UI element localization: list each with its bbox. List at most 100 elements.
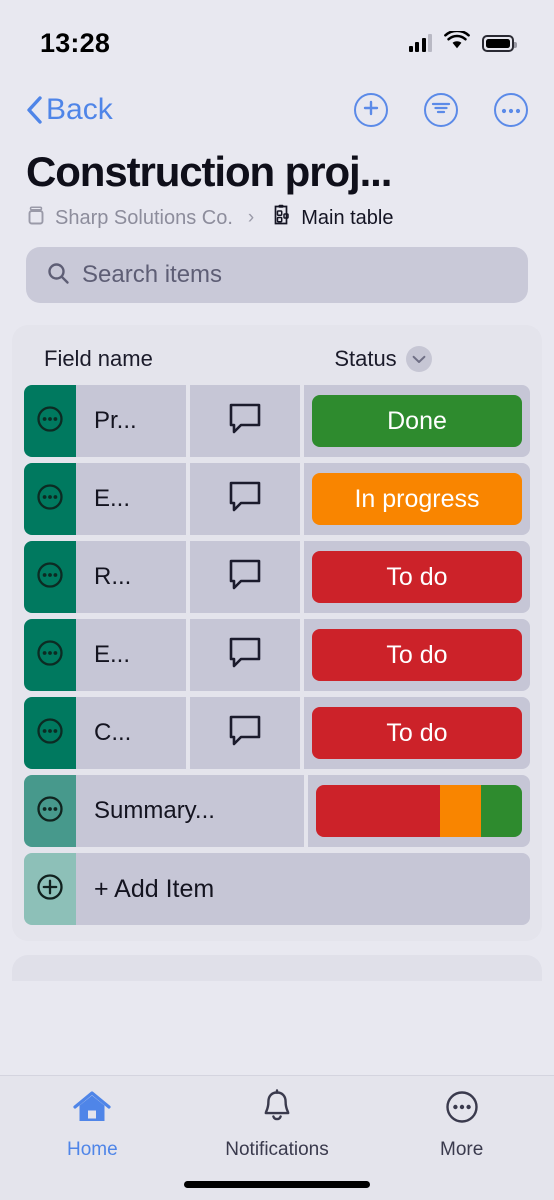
comment-icon [226,401,264,442]
comment-icon [226,713,264,754]
ellipsis-circle-icon [35,482,65,517]
filter-lines-circle-icon [431,100,451,121]
column-header-field-name: Field name [44,346,153,372]
comment-icon [226,635,264,676]
breadcrumb-table[interactable]: Main table [269,203,394,233]
add-item-icon-cell[interactable] [24,853,76,926]
status-badge[interactable]: Done [312,395,522,448]
add-item-row[interactable]: + Add Item [24,853,530,926]
row-menu-button[interactable] [24,541,76,614]
table-row[interactable]: E... To do [24,619,530,692]
add-button[interactable] [354,93,388,127]
next-card-peek [12,955,542,982]
summary-label: Summary... [76,775,304,848]
row-menu-button[interactable] [24,619,76,692]
row-note-cell[interactable] [190,463,300,536]
status-bar: 13:28 [0,0,554,76]
status-bar-icons [408,29,517,55]
box-icon [26,204,46,232]
column-header-status[interactable]: Status [242,346,524,373]
table-row[interactable]: R... To do [24,541,530,614]
search-placeholder: Search items [82,261,223,289]
ellipsis-circle-icon [35,794,65,829]
search-icon [46,261,70,290]
segment-in-progress [439,785,481,838]
title-section: Construction proj... Sharp Solutions Co.… [0,144,554,233]
breadcrumb-org[interactable]: Sharp Solutions Co. [26,204,233,232]
back-button-label: Back [46,93,113,126]
segment-done [480,785,522,838]
comment-icon [226,479,264,520]
ellipsis-circle-icon [501,101,521,119]
battery-icon [482,34,517,52]
back-button[interactable]: Back [26,93,113,127]
filter-button[interactable] [424,93,458,127]
chevron-left-icon [26,96,43,124]
status-distribution-bar[interactable] [316,785,522,838]
ellipsis-circle-icon [35,404,65,439]
chevron-down-icon[interactable] [405,346,432,373]
row-note-cell[interactable] [190,619,300,692]
summary-row[interactable]: Summary... [24,775,530,848]
status-badge[interactable]: To do [312,707,522,760]
breadcrumb-separator: › [247,207,255,229]
tab-home[interactable]: Home [0,1088,185,1161]
row-name-cell[interactable]: E... [76,463,186,536]
plus-circle-icon [362,99,380,122]
home-indicator[interactable] [184,1181,370,1188]
ellipsis-circle-icon [35,716,65,751]
summary-status-cell[interactable] [308,775,530,848]
table-row[interactable]: E... In progress [24,463,530,536]
table-row[interactable]: Pr... Done [24,385,530,458]
breadcrumb-org-label: Sharp Solutions Co. [55,206,233,229]
tab-notifications[interactable]: Notifications [185,1088,370,1161]
comment-icon [226,557,264,598]
row-status-cell[interactable]: In progress [304,463,530,536]
table-row[interactable]: C... To do [24,697,530,770]
breadcrumb: Sharp Solutions Co. › Main table [26,203,528,233]
search-input[interactable]: Search items [26,247,528,304]
row-status-cell[interactable]: To do [304,619,530,692]
navigation-bar: Back [0,76,554,144]
row-note-cell[interactable] [190,385,300,458]
tab-home-label: Home [66,1139,118,1160]
table-card: Field name Status Pr... Done E... In pro… [12,325,542,942]
row-menu-button[interactable] [24,697,76,770]
ellipsis-circle-icon [35,638,65,673]
row-menu-button[interactable] [24,385,76,458]
row-menu-button[interactable] [24,463,76,536]
row-note-cell[interactable] [190,541,300,614]
nav-actions [354,93,528,127]
add-item-label[interactable]: + Add Item [76,853,530,926]
tab-notifications-label: Notifications [225,1139,329,1160]
tab-more[interactable]: More [369,1088,554,1161]
row-status-cell[interactable]: To do [304,697,530,770]
summary-menu-button[interactable] [24,775,76,848]
status-badge[interactable]: In progress [312,473,522,526]
status-bar-time: 13:28 [40,27,111,58]
ellipsis-circle-icon [35,560,65,595]
row-name-cell[interactable]: C... [76,697,186,770]
clipboard-board-icon [269,203,293,233]
row-name-cell[interactable]: Pr... [76,385,186,458]
home-icon [71,1088,113,1131]
row-note-cell[interactable] [190,697,300,770]
bell-icon [259,1088,295,1131]
row-status-cell[interactable]: To do [304,541,530,614]
wifi-icon [444,29,470,55]
row-status-cell[interactable]: Done [304,385,530,458]
row-name-cell[interactable]: R... [76,541,186,614]
breadcrumb-table-label: Main table [301,206,394,229]
tab-more-label: More [440,1139,484,1160]
more-button[interactable] [494,93,528,127]
table-header-row: Field name Status [24,339,530,379]
bottom-tab-bar: Home Notifications More [0,1075,554,1200]
status-badge[interactable]: To do [312,629,522,682]
cellular-signal-icon [408,34,432,52]
page-title: Construction proj... [26,148,392,195]
column-header-status-label: Status [334,346,397,372]
segment-todo [316,785,440,838]
status-badge[interactable]: To do [312,551,522,604]
row-name-cell[interactable]: E... [76,619,186,692]
ellipsis-circle-icon [443,1088,481,1131]
